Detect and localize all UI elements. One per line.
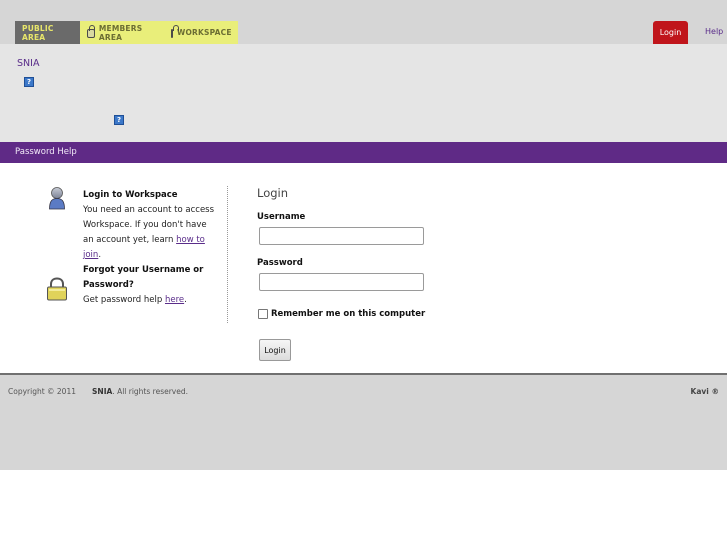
site-header: SNIA ? ? [0,44,727,142]
tab-label: PUBLIC AREA [22,23,54,42]
site-footer: Copyright © 2011 SNIA. All rights reserve… [0,373,727,470]
password-label: Password [257,258,303,268]
login-button[interactable]: Login [653,21,688,44]
remember-label: Remember me on this computer [271,309,426,319]
help-link[interactable]: Help [705,27,723,36]
tab-members-area[interactable]: MEMBERS AREA [80,21,164,44]
powered-by[interactable]: Kavi ® [691,387,719,396]
password-help-link[interactable]: here [165,295,184,305]
help-icon[interactable]: ? [114,115,124,125]
remember-me[interactable]: Remember me on this computer [258,309,425,319]
person-icon [49,187,65,210]
tab-workspace[interactable]: WORKSPACE [164,21,238,44]
padlock-icon [47,277,67,301]
tab-public-area[interactable]: PUBLIC AREA [15,21,80,44]
org-name: SNIA [17,58,40,69]
workspace-info-text: You need an account to access Workspace.… [83,205,215,260]
copyright-text: Copyright © 2011 SNIA. All rights reserve… [8,387,188,396]
login-submit-button[interactable]: Login [259,339,291,361]
top-nav-bar: PUBLIC AREA MEMBERS AREA WORKSPACE Login… [0,0,727,44]
forgot-heading: Forgot your Username or Password? [83,265,204,290]
lock-icon [87,25,95,38]
main-content: Login to Workspace You need an account t… [0,163,727,373]
footer-org: SNIA [92,387,113,396]
password-input[interactable] [259,273,424,291]
lock-icon [171,25,179,38]
remember-checkbox[interactable] [258,309,268,319]
login-info-panel: Login to Workspace You need an account t… [83,188,218,308]
column-divider [227,186,228,323]
tab-label: WORKSPACE [177,28,232,37]
help-icon[interactable]: ? [24,77,34,87]
tab-label: MEMBERS AREA [98,23,143,42]
username-input[interactable] [259,227,424,245]
username-label: Username [257,212,306,222]
subnav-bar: Password Help [0,142,727,163]
forgot-info-text: Get password help here. [83,295,187,305]
subnav-title[interactable]: Password Help [15,147,77,157]
workspace-heading: Login to Workspace [83,190,178,200]
login-form-title: Login [257,186,289,200]
